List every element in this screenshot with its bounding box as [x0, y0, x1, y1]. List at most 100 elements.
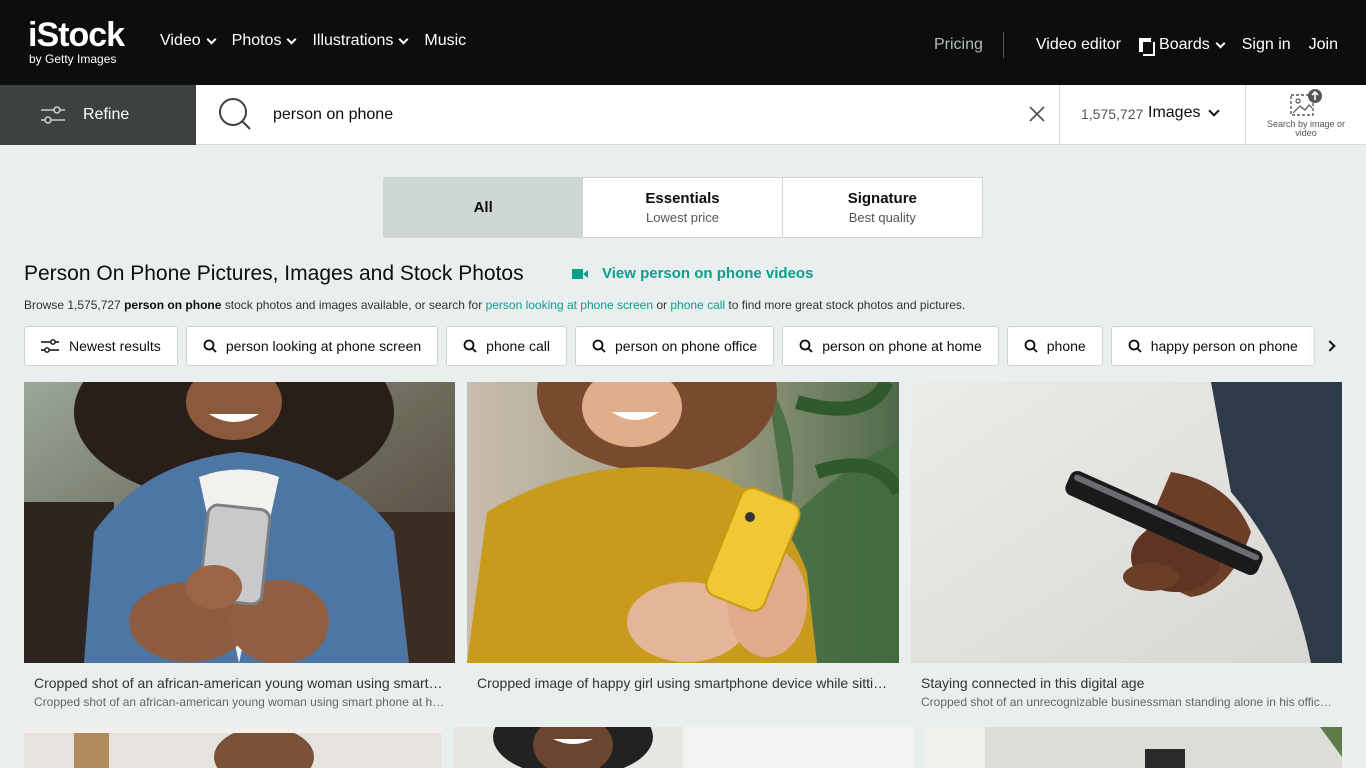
result-count: 1,575,727: [1081, 106, 1144, 122]
chip-label: phone: [1046, 338, 1086, 354]
search-icon: [1024, 339, 1038, 353]
result-card[interactable]: Cropped shot of an african-american youn…: [24, 382, 455, 712]
nav-divider: [1002, 32, 1004, 58]
chip-related-search[interactable]: phone: [1006, 326, 1103, 366]
tab-signature[interactable]: Signature Best quality: [783, 178, 982, 237]
browse-text: stock photos and images available, or se…: [221, 298, 486, 312]
nav-pricing[interactable]: Pricing: [934, 36, 983, 54]
refine-button[interactable]: Refine: [0, 85, 196, 145]
nav-photos-label: Photos: [231, 32, 282, 49]
search-icon: [463, 339, 477, 353]
nav-illustrations-label: Illustrations: [312, 32, 394, 49]
secondary-nav: Pricing Video editor Boards Sign in Join: [934, 32, 1338, 58]
result-card[interactable]: Cropped image of happy girl using smartp…: [467, 382, 899, 712]
refine-label: Refine: [83, 106, 130, 123]
result-image[interactable]: [24, 382, 455, 663]
media-type-dropdown[interactable]: Images: [1148, 104, 1221, 122]
result-image[interactable]: [453, 727, 913, 768]
browse-text: Browse 1,575,727: [24, 298, 125, 312]
sliders-icon: [41, 339, 59, 353]
search-divider: [1059, 85, 1060, 145]
close-icon[interactable]: [1027, 104, 1047, 124]
result-card[interactable]: [453, 727, 913, 768]
browse-text: to find more great stock photos and pict…: [725, 298, 966, 312]
result-description: Cropped shot of an african-american youn…: [34, 695, 448, 709]
chip-label: person on phone at home: [822, 338, 982, 354]
search-by-image-button[interactable]: Search by image or video: [1246, 89, 1366, 143]
media-type-label: Images: [1148, 104, 1201, 121]
top-navigation-bar: iStock by Getty Images Video Photos Illu…: [0, 0, 1366, 85]
chevron-down-icon: [206, 34, 217, 44]
nav-video-editor[interactable]: Video editor: [1036, 36, 1121, 54]
chip-label: happy person on phone: [1150, 338, 1298, 354]
search-input[interactable]: [273, 103, 973, 127]
chevron-down-icon: [398, 34, 409, 44]
nav-music-label: Music: [424, 32, 467, 49]
chevron-down-icon: [287, 34, 297, 44]
chevron-down-icon: [1215, 38, 1226, 48]
search-icon[interactable]: [218, 97, 252, 131]
tab-all[interactable]: All: [384, 178, 584, 237]
chevron-right-icon: [1324, 340, 1336, 352]
chip-label: person looking at phone screen: [225, 338, 422, 354]
chip-label: person on phone office: [615, 338, 758, 354]
chip-related-search[interactable]: person on phone at home: [782, 326, 999, 366]
chip-label: Newest results: [69, 338, 161, 354]
chip-label: phone call: [486, 338, 550, 354]
nav-photos[interactable]: Photos: [231, 32, 297, 50]
primary-nav: Video Photos Illustrations Music: [160, 32, 483, 50]
nav-boards[interactable]: Boards: [1139, 36, 1226, 56]
search-icon: [1128, 339, 1142, 353]
result-card[interactable]: [24, 727, 441, 768]
tab-signature-label: Signature: [847, 190, 917, 207]
nav-boards-label: Boards: [1159, 36, 1210, 53]
logo-subtitle: by Getty Images: [29, 52, 117, 66]
search-bar: Refine 1,575,727 Images Search by image …: [0, 85, 1366, 145]
page-title: Person On Phone Pictures, Images and Sto…: [24, 262, 524, 285]
video-camera-icon: [572, 268, 588, 279]
license-tabs: All Essentials Lowest price Signature Be…: [383, 177, 983, 238]
related-search-link[interactable]: phone call: [670, 298, 725, 312]
search-by-image-label: Search by image or video: [1266, 119, 1346, 138]
nav-video[interactable]: Video: [160, 32, 217, 50]
search-icon: [592, 339, 606, 353]
chip-related-search[interactable]: person on phone office: [575, 326, 775, 366]
image-upload-icon: [1290, 89, 1322, 116]
result-title[interactable]: Cropped shot of an african-american youn…: [34, 675, 444, 691]
chip-related-search[interactable]: phone call: [446, 326, 567, 366]
nav-sign-in[interactable]: Sign in: [1242, 36, 1291, 54]
result-title[interactable]: Cropped image of happy girl using smartp…: [477, 675, 890, 691]
result-image[interactable]: [911, 382, 1342, 663]
tab-signature-subtitle: Best quality: [848, 210, 916, 225]
tab-essentials-subtitle: Lowest price: [646, 210, 719, 225]
view-videos-label: View person on phone videos: [602, 265, 814, 282]
chevron-down-icon: [1208, 104, 1221, 117]
result-image[interactable]: [467, 382, 899, 663]
browse-query: person on phone: [124, 298, 222, 312]
istock-logo[interactable]: iStock by Getty Images: [28, 18, 140, 68]
chip-related-search[interactable]: person looking at phone screen: [185, 326, 439, 366]
result-card[interactable]: [925, 727, 1342, 768]
view-videos-link[interactable]: View person on phone videos: [572, 265, 813, 282]
tab-essentials[interactable]: Essentials Lowest price: [583, 178, 783, 237]
chip-newest-results[interactable]: Newest results: [24, 326, 178, 366]
result-card[interactable]: Staying connected in this digital age Cr…: [911, 382, 1342, 712]
result-image[interactable]: [925, 727, 1342, 768]
nav-join[interactable]: Join: [1309, 36, 1338, 54]
chips-scroll-right-button[interactable]: [1308, 326, 1346, 366]
chip-related-search[interactable]: happy person on phone: [1110, 326, 1315, 366]
tab-essentials-label: Essentials: [645, 190, 720, 207]
nav-video-label: Video: [160, 32, 201, 49]
result-description: Cropped shot of an unrecognizable busine…: [921, 695, 1335, 709]
related-search-chips: Newest results person looking at phone s…: [24, 326, 1344, 366]
nav-music[interactable]: Music: [424, 32, 466, 50]
browse-description: Browse 1,575,727 person on phone stock p…: [24, 298, 965, 312]
nav-illustrations[interactable]: Illustrations: [312, 32, 409, 50]
result-image[interactable]: [24, 727, 441, 768]
boards-icon: [1139, 38, 1156, 56]
sliders-icon: [41, 106, 65, 124]
search-icon: [203, 339, 217, 353]
result-title[interactable]: Staying connected in this digital age: [921, 675, 1331, 691]
tab-all-label: All: [473, 199, 493, 216]
related-search-link[interactable]: person looking at phone screen: [486, 298, 653, 312]
